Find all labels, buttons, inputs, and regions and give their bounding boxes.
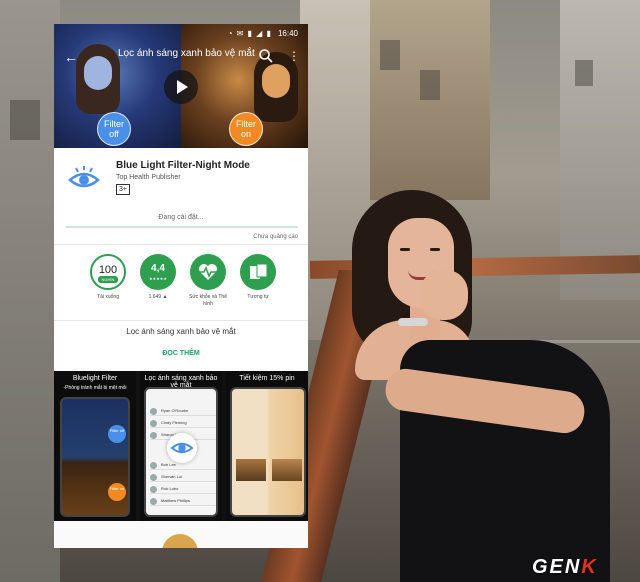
play-video-button[interactable]	[164, 70, 198, 104]
divider	[54, 244, 308, 245]
woman-hand	[420, 270, 468, 320]
person-face	[262, 64, 290, 98]
app-eye-icon	[66, 162, 102, 198]
screenshot-1[interactable]: Bluelight Filter -Phòng tránh mắt bị mệt…	[54, 371, 136, 521]
landscape-thumb	[272, 459, 302, 481]
rating-count: 1.649 ▲	[148, 294, 168, 300]
window	[10, 100, 40, 140]
list-item: Sherwin Lui	[150, 473, 216, 482]
filter-off-badge: Filter off	[97, 112, 131, 146]
mini-filter-on: Filter on	[108, 483, 126, 501]
screenshot-2[interactable]: Lọc ánh sáng xanh bảo vệ mắt Ryan O'Rour…	[140, 371, 222, 521]
install-status: Đang cài đặt...	[158, 214, 204, 221]
search-icon[interactable]	[258, 48, 274, 64]
eye-overlay-icon	[167, 433, 197, 463]
mini-filter-off: Filter off	[108, 425, 126, 443]
similar-label: Tương tự	[247, 294, 269, 300]
building-back	[370, 0, 490, 200]
screenshot-3[interactable]: Tiết kiệm 15% pin	[226, 371, 308, 521]
downloads-stat: 100 NGHÌN Tải xuống	[84, 254, 132, 301]
downloads-circle: 100 NGHÌN	[90, 254, 126, 290]
bracelet	[398, 318, 428, 326]
similar-stat[interactable]: Tương tự	[234, 254, 282, 301]
person-face	[84, 56, 112, 90]
mini-phone	[230, 387, 306, 517]
window	[575, 60, 593, 86]
read-more-link[interactable]: ĐỌC THÊM	[54, 350, 308, 357]
short-description: Lọc ánh sáng xanh bảo vệ mắt	[126, 327, 236, 336]
list-item: Ryan O'Rourke	[150, 407, 216, 416]
downloads-value: 100	[98, 264, 118, 276]
building-left	[0, 0, 60, 582]
stats-row: 100 NGHÌN Tải xuống 4,4 ★★★★★ 1.649 ▲ Sứ…	[84, 254, 284, 314]
bottom-section	[54, 521, 308, 548]
genk-watermark: GENK	[532, 556, 598, 578]
eye	[430, 248, 440, 251]
install-progress-bar	[66, 226, 298, 228]
more-vert-icon[interactable]: ⋮	[288, 48, 300, 64]
partial-app-logo	[162, 534, 198, 548]
landscape-thumb	[236, 459, 266, 481]
window	[420, 70, 440, 100]
divider	[54, 320, 308, 321]
downloads-unit: NGHÌN	[101, 277, 115, 282]
status-bar: ◔ ✉ ▮ ◢ ▮ 16:40	[54, 24, 308, 42]
screenshot-caption: Tiết kiệm 15% pin	[239, 375, 295, 382]
cards-icon	[240, 254, 276, 290]
eye	[400, 248, 410, 251]
back-arrow-icon[interactable]: ←	[62, 48, 80, 66]
list-item: Rob Lobo	[150, 485, 216, 494]
hero-title: Lọc ánh sáng xanh bảo vệ mắt	[118, 48, 255, 59]
downloads-label: Tải xuống	[97, 294, 119, 300]
status-icons: ◔ ✉ ▮ ◢ ▮	[227, 28, 272, 38]
phone-screen: ◔ ✉ ▮ ◢ ▮ 16:40 ← Lọc ánh sáng xanh bảo …	[54, 24, 308, 548]
rating-value: 4,4	[151, 263, 165, 274]
mini-phone: Ryan O'Rourke Cindy Fleming Sharon Lam B…	[144, 387, 218, 517]
category-label: Sức khỏe và Thể hình	[189, 294, 227, 307]
content-rating-badge: 3+	[116, 184, 130, 195]
ads-note: Chứa quảng cáo	[253, 234, 298, 240]
screenshot-subcaption: -Phòng tránh mắt bị mệt mỏi	[63, 385, 127, 391]
heart-pulse-icon	[190, 254, 226, 290]
app-name: Blue Light Filter-Night Mode	[116, 160, 250, 171]
list-item: Cindy Fleming	[150, 419, 216, 428]
window	[380, 40, 400, 70]
status-time: 16:40	[277, 28, 298, 38]
list-item: Matthew Phillips	[150, 497, 216, 506]
rating-stars: ★★★★★	[149, 276, 167, 281]
category-stat[interactable]: Sức khỏe và Thể hình	[184, 254, 232, 308]
mini-phone: Filter off Filter on	[60, 397, 130, 517]
filter-on-badge: Filter on	[229, 112, 263, 146]
screenshots-carousel[interactable]: Bluelight Filter -Phòng tránh mắt bị mệt…	[54, 371, 308, 521]
screenshot-caption: Bluelight Filter	[72, 375, 118, 382]
rating-badge: 4,4 ★★★★★	[140, 254, 176, 290]
rating-stat[interactable]: 4,4 ★★★★★ 1.649 ▲	[134, 254, 182, 301]
app-publisher[interactable]: Top Health Publisher	[116, 174, 181, 181]
